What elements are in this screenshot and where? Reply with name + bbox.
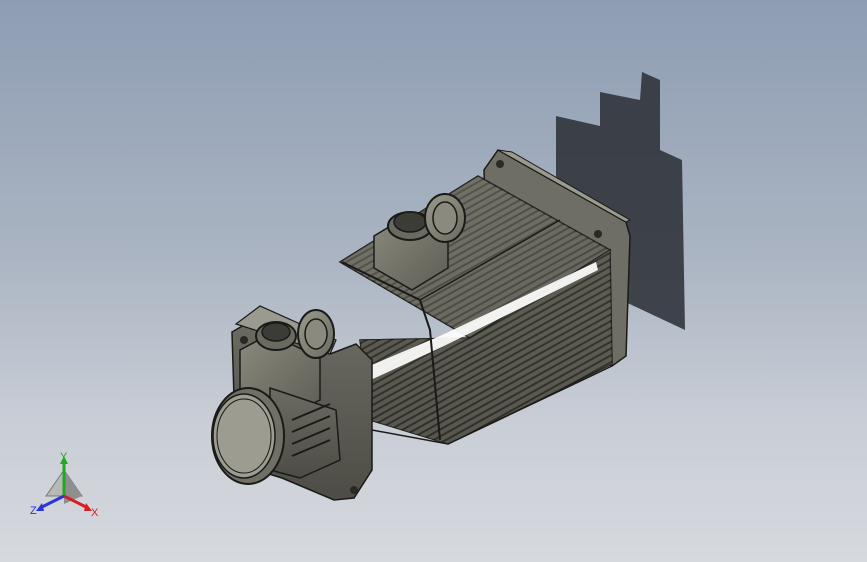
graphics-viewport[interactable]: Y X Z bbox=[0, 0, 867, 562]
z-axis bbox=[39, 494, 65, 510]
axis-triad: Y X Z bbox=[30, 451, 99, 519]
y-axis-label: Y bbox=[60, 451, 68, 463]
z-axis-label: Z bbox=[30, 505, 37, 517]
x-axis-label: X bbox=[91, 507, 99, 519]
servo-motor-model[interactable] bbox=[0, 0, 867, 562]
